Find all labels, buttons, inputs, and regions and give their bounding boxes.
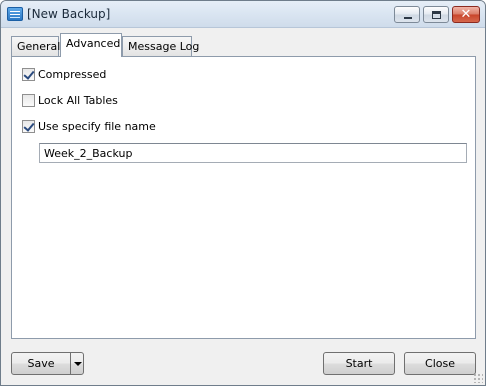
save-button[interactable]: Save <box>11 352 71 375</box>
maximize-button[interactable] <box>423 6 449 23</box>
compressed-checkbox[interactable] <box>22 68 35 81</box>
backup-window: [New Backup] ✕ General Advanced Message … <box>0 0 486 386</box>
advanced-panel: Compressed Lock All Tables Use specify f… <box>11 56 476 339</box>
tab-advanced[interactable]: Advanced <box>60 33 122 57</box>
lock-all-tables-checkbox[interactable] <box>22 94 35 107</box>
file-name-input[interactable] <box>39 143 467 163</box>
lock-all-tables-option[interactable]: Lock All Tables <box>22 93 118 108</box>
tab-message-log[interactable]: Message Log <box>122 36 199 56</box>
resize-grip-icon[interactable] <box>473 373 483 383</box>
save-dropdown-button[interactable] <box>70 352 84 375</box>
window-title: [New Backup] <box>27 7 111 21</box>
use-file-name-option[interactable]: Use specify file name <box>22 119 156 134</box>
tab-general[interactable]: General <box>11 36 60 56</box>
compressed-label: Compressed <box>38 68 107 81</box>
minimize-icon <box>404 17 412 19</box>
use-file-name-label: Use specify file name <box>38 120 156 133</box>
title-bar[interactable]: [New Backup] ✕ <box>1 1 485 28</box>
lock-all-tables-label: Lock All Tables <box>38 94 118 107</box>
chevron-down-icon <box>74 362 82 366</box>
close-icon: ✕ <box>460 7 472 22</box>
use-file-name-checkbox[interactable] <box>22 120 35 133</box>
compressed-option[interactable]: Compressed <box>22 67 106 82</box>
maximize-icon <box>432 11 441 19</box>
minimize-button[interactable] <box>394 6 420 23</box>
close-button[interactable]: Close <box>404 352 476 375</box>
database-icon <box>7 7 23 21</box>
close-window-button[interactable]: ✕ <box>452 6 480 23</box>
start-button[interactable]: Start <box>323 352 395 375</box>
